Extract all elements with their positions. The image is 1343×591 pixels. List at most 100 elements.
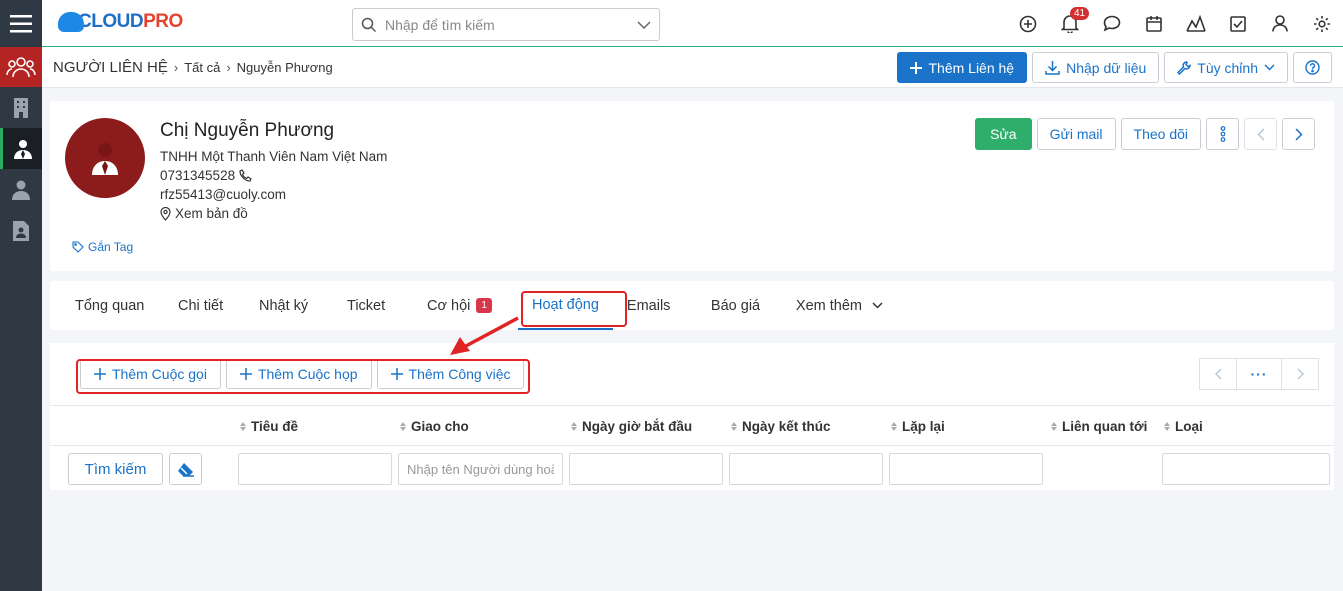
breadcrumb-record: Nguyễn Phương [236,60,333,75]
previous-record-button[interactable] [1244,118,1277,150]
sort-icon [571,422,577,431]
global-search[interactable] [352,8,660,41]
column-header-end[interactable]: Ngày kết thúc [731,419,831,434]
follow-label: Theo dõi [1133,126,1188,142]
highlight-add-buttons [76,359,530,394]
column-header-title[interactable]: Tiêu đề [240,419,298,434]
add-contact-button[interactable]: Thêm Liên hệ [897,52,1028,83]
table-header: Tiêu đề Giao cho Ngày giờ bắt đầu Ngày k… [50,406,1334,446]
chevron-down-icon [872,302,883,309]
pager-next-button[interactable] [1281,358,1319,390]
pager-previous-button[interactable] [1199,358,1237,390]
tab-emails[interactable]: Emails [627,281,711,330]
tab-opportunities-label: Cơ hội [427,297,471,314]
settings-gear-icon[interactable] [1301,0,1343,47]
search-icon [361,17,377,32]
filter-end-input[interactable] [729,453,883,485]
filter-row: Tìm kiếm [50,447,1334,490]
profile-user-icon[interactable] [1259,0,1301,47]
tab-log[interactable]: Nhật ký [259,281,347,330]
sort-icon [891,422,897,431]
contact-email[interactable]: rfz55413@cuoly.com [160,187,286,202]
analytics-chart-icon[interactable] [1175,0,1217,47]
chevron-right-icon: › [173,60,179,75]
chat-bubble-icon[interactable] [1091,0,1133,47]
sort-icon [1164,422,1170,431]
contact-phone-row: 0731345528 [160,168,252,183]
filter-title-input[interactable] [238,453,392,485]
add-contact-label: Thêm Liên hệ [928,59,1015,76]
clear-filter-button[interactable] [169,453,202,485]
cloudpro-logo[interactable]: CLOUDPRO [58,11,183,33]
wrench-icon [1177,60,1192,75]
breadcrumb-bar: NGƯỜI LIÊN HỆ › Tất cả › Nguyễn Phương T… [42,47,1343,88]
column-header-assignee[interactable]: Giao cho [400,419,469,434]
edit-button[interactable]: Sửa [975,118,1032,150]
customize-dropdown-button[interactable]: Tùy chỉnh [1164,52,1288,83]
help-button[interactable] [1293,52,1332,83]
filter-repeat-input[interactable] [889,453,1043,485]
column-header-start[interactable]: Ngày giờ bắt đầu [571,419,692,434]
more-options-button[interactable] [1206,118,1239,150]
calendar-icon[interactable] [1133,0,1175,47]
highlight-activities-tab [521,291,627,327]
column-title-label: Tiêu đề [251,419,299,434]
task-checkbox-icon[interactable] [1217,0,1259,47]
follow-button[interactable]: Theo dõi [1120,118,1201,150]
logo-text-accent: PRO [143,11,183,32]
tab-details[interactable]: Chi tiết [178,281,259,330]
column-header-repeat[interactable]: Lặp lại [891,419,945,434]
import-data-button[interactable]: Nhập dữ liệu [1032,52,1160,83]
contact-company: TNHH Một Thanh Viên Nam Việt Nam [160,149,388,164]
chevron-down-icon[interactable] [637,20,651,29]
sidebar-building-icon[interactable] [0,87,42,128]
column-assignee-label: Giao cho [411,419,469,434]
column-header-type[interactable]: Loại [1164,419,1203,434]
sidebar-contacts-group-icon[interactable] [0,47,42,87]
view-map-link[interactable]: Xem bản đồ [175,206,248,221]
contact-map-row[interactable]: Xem bản đồ [160,206,248,221]
logo-text: CLOUD [78,11,144,32]
contact-phone[interactable]: 0731345528 [160,168,235,183]
add-circle-icon[interactable] [1007,0,1049,47]
search-input[interactable] [385,16,637,33]
tab-more[interactable]: Xem thêm [796,281,883,330]
tab-ticket[interactable]: Ticket [347,281,427,330]
sidebar-user-icon[interactable] [0,169,42,210]
column-type-label: Loại [1175,419,1203,434]
top-header: CLOUDPRO 41 [42,0,1343,47]
tab-overview[interactable]: Tổng quan [75,281,178,330]
next-record-button[interactable] [1282,118,1315,150]
sidebar-document-icon[interactable] [0,210,42,251]
contact-name: Chị Nguyễn Phương [160,120,335,141]
contact-avatar[interactable] [65,118,145,198]
add-tag-link[interactable]: Gắn Tag [72,240,133,254]
chevron-right-icon [1296,368,1304,380]
send-mail-button[interactable]: Gửi mail [1036,118,1116,150]
breadcrumb-module[interactable]: NGƯỜI LIÊN HỆ [53,59,168,76]
notification-count-badge: 41 [1070,7,1090,20]
column-header-related[interactable]: Liên quan tới [1051,419,1147,434]
sort-icon [400,422,406,431]
filter-start-input[interactable] [569,453,723,485]
column-end-label: Ngày kết thúc [742,419,831,434]
sidebar-contact-icon[interactable] [0,128,42,169]
phone-icon[interactable] [239,169,252,182]
filter-type-input[interactable] [1162,453,1330,485]
search-button[interactable]: Tìm kiếm [68,453,163,485]
breadcrumb-list[interactable]: Tất cả [184,60,220,75]
column-related-label: Liên quan tới [1062,419,1148,434]
pager-more-button[interactable]: ··· [1237,358,1281,390]
edit-label: Sửa [990,126,1017,142]
tag-icon [72,241,84,253]
tab-emails-label: Emails [626,297,671,314]
hamburger-menu-icon[interactable] [0,0,42,47]
add-tag-label: Gắn Tag [88,240,134,254]
import-data-label: Nhập dữ liệu [1066,59,1147,76]
logo-cloud-icon [58,12,84,32]
notification-bell-icon[interactable]: 41 [1049,0,1091,47]
filter-assignee-input[interactable] [398,453,563,485]
tab-quotes[interactable]: Báo giá [711,281,796,330]
column-repeat-label: Lặp lại [902,419,945,434]
list-pager: ··· [1199,358,1319,390]
